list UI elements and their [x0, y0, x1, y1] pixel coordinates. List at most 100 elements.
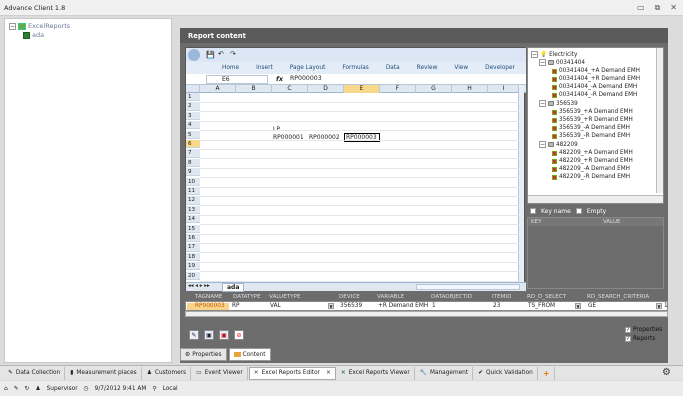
pin-icon[interactable]: ✎	[14, 386, 19, 392]
row-header-9[interactable]: 9	[186, 168, 200, 177]
ribbon-tab-review[interactable]: Review	[417, 65, 438, 71]
tree-node-channel[interactable]: 482209_-R Demand EMH	[552, 174, 630, 180]
tree-node-channel[interactable]: 356539_+A Demand EMH	[552, 109, 633, 115]
tree-node-channel[interactable]: 00341404_-A Demand EMH	[552, 84, 637, 90]
row-header-1[interactable]: 1	[186, 93, 200, 102]
sheet-nav-icon[interactable]: ◂◂ ◂ ▸ ▸▸	[188, 283, 210, 289]
task-measurement-places[interactable]: ▮ Measurement places	[66, 366, 142, 380]
task-customers[interactable]: ♟ Customers	[143, 366, 192, 380]
edit-icon[interactable]: ✎	[189, 330, 199, 340]
select-all-corner[interactable]	[186, 85, 200, 93]
row-header-10[interactable]: 10	[186, 177, 200, 186]
home-icon[interactable]: ⌂	[4, 386, 8, 392]
collapse-toggle-icon[interactable]: −	[539, 100, 546, 107]
column-header-e[interactable]: E	[344, 85, 380, 93]
row-header-4[interactable]: 4	[186, 121, 200, 130]
row-header-7[interactable]: 7	[186, 149, 200, 158]
sheet-tab-ada[interactable]: ada	[222, 283, 245, 292]
col-header-rd-search-criteria[interactable]: RD_SEARCH_CRITERIA	[587, 294, 649, 300]
properties-checkbox[interactable]: ✓	[625, 327, 631, 333]
electricity-tree[interactable]: − 💡 Electricity − 00341404 00341404_+A De…	[527, 47, 664, 204]
cell-trailing[interactable]: 1	[664, 303, 668, 310]
row-header-19[interactable]: 19	[186, 262, 200, 271]
cell-datatype[interactable]: RP	[232, 303, 240, 310]
cell-tagname[interactable]: RP000003	[187, 303, 229, 310]
row-header-20[interactable]: 20	[186, 271, 200, 280]
redo-icon[interactable]: ↷	[230, 50, 236, 58]
tree-node-group[interactable]: − 00341404	[539, 59, 585, 66]
criteria-dropdown-icon[interactable]: ▼	[656, 303, 662, 309]
row-header-13[interactable]: 13	[186, 205, 200, 215]
close-icon[interactable]: ✕	[670, 3, 677, 13]
row-header-2[interactable]: 2	[186, 102, 200, 111]
row-header-5[interactable]: 5	[186, 130, 200, 139]
office-button-icon[interactable]	[188, 49, 200, 61]
cell-rd-d-select[interactable]: TS_FROM	[528, 303, 555, 310]
save-as-icon[interactable]: ▣	[219, 330, 229, 340]
tab-content[interactable]: Content	[228, 348, 271, 361]
undo-icon[interactable]: ↶	[218, 50, 224, 58]
ribbon-tab-data[interactable]: Data	[386, 65, 400, 71]
row-header-12[interactable]: 12	[186, 196, 200, 205]
empty-checkbox[interactable]	[575, 208, 582, 214]
collapse-toggle-icon[interactable]: −	[539, 59, 546, 66]
settings-gear-icon[interactable]: ⚙	[662, 367, 671, 378]
row-header-6[interactable]: 6	[186, 140, 200, 149]
keyname-checkbox[interactable]	[530, 208, 536, 214]
tree-node-electricity[interactable]: − 💡 Electricity	[531, 51, 577, 58]
column-header-i[interactable]: I	[488, 85, 520, 93]
tree-node-excelreports[interactable]: − ExcelReports	[9, 22, 70, 30]
restore-icon[interactable]: ⧉	[655, 3, 661, 13]
cell-itemid[interactable]: 23	[493, 303, 500, 310]
cell-valuetype[interactable]: VAL	[270, 303, 281, 310]
cell-c6[interactable]: RP000001	[273, 134, 304, 142]
horizontal-scrollbar[interactable]	[416, 284, 520, 290]
column-header-a[interactable]: A	[200, 85, 236, 93]
cell-d6[interactable]: RP000002	[309, 134, 340, 142]
column-header-h[interactable]: H	[452, 85, 488, 93]
col-header-datatype[interactable]: DATATYPE	[233, 294, 261, 300]
col-header-itemid[interactable]: ITEMID	[492, 294, 511, 300]
column-header-g[interactable]: G	[416, 85, 452, 93]
ribbon-tab-view[interactable]: View	[454, 65, 468, 71]
tree-node-channel[interactable]: 356539_-A Demand EMH	[552, 125, 630, 131]
tag-grid-row[interactable]: RP000003 RP VAL ▼ 356539 +R Demand EMH 1…	[185, 301, 668, 311]
task-management[interactable]: 🔧 Management	[416, 366, 474, 380]
properties-toggle[interactable]: ✓ Properties	[625, 327, 662, 333]
col-header-rd-d-select[interactable]: RD_D_SELECT	[527, 294, 566, 300]
fx-icon[interactable]: fx	[276, 75, 283, 83]
add-module-button[interactable]: +	[539, 366, 555, 380]
row-header-18[interactable]: 18	[186, 252, 200, 262]
tree-horizontal-scrollbar[interactable]	[528, 195, 663, 203]
row-header-11[interactable]: 11	[186, 187, 200, 196]
save-icon[interactable]: ▣	[204, 330, 214, 340]
collapse-toggle-icon[interactable]: −	[531, 51, 538, 58]
tree-node-channel[interactable]: 00341404_+R Demand EMH	[552, 76, 640, 82]
tree-node-channel[interactable]: 356539_+R Demand EMH	[552, 117, 633, 123]
tree-vertical-scrollbar[interactable]	[656, 48, 663, 193]
row-header-15[interactable]: 15	[186, 224, 200, 233]
tree-node-channel[interactable]: 00341404_+A Demand EMH	[552, 68, 640, 74]
current-user[interactable]: Supervisor	[47, 386, 78, 392]
row-header-14[interactable]: 14	[186, 215, 200, 224]
pane-splitter[interactable]	[172, 18, 180, 363]
row-header-3[interactable]: 3	[186, 111, 200, 121]
tree-node-group[interactable]: − 482209	[539, 141, 578, 148]
close-tab-icon[interactable]: ×	[326, 370, 331, 376]
tree-node-ada[interactable]: ada	[23, 31, 44, 39]
tree-node-channel[interactable]: 482209_+R Demand EMH	[552, 158, 633, 164]
task-event-viewer[interactable]: ▭ Event Viewer	[192, 366, 248, 380]
col-header-valuetype[interactable]: VALUETYPE	[269, 294, 301, 300]
ribbon-tab-page-layout[interactable]: Page Layout	[290, 65, 326, 71]
column-header-b[interactable]: B	[236, 85, 272, 93]
row-header-8[interactable]: 8	[186, 158, 200, 168]
minimize-icon[interactable]: ▭	[637, 3, 645, 13]
ribbon-tab-formulas[interactable]: Formulas	[342, 65, 368, 71]
formula-input[interactable]: RP000003	[290, 75, 322, 82]
grid-horizontal-scrollbar[interactable]	[185, 311, 668, 317]
tree-node-channel[interactable]: 00341404_-R Demand EMH	[552, 92, 637, 98]
ribbon-tab-developer[interactable]: Developer	[485, 65, 515, 71]
tab-properties[interactable]: ⚙ Properties	[180, 348, 227, 361]
cell-device[interactable]: 356539	[340, 303, 362, 310]
tree-node-channel[interactable]: 482209_+A Demand EMH	[552, 150, 633, 156]
